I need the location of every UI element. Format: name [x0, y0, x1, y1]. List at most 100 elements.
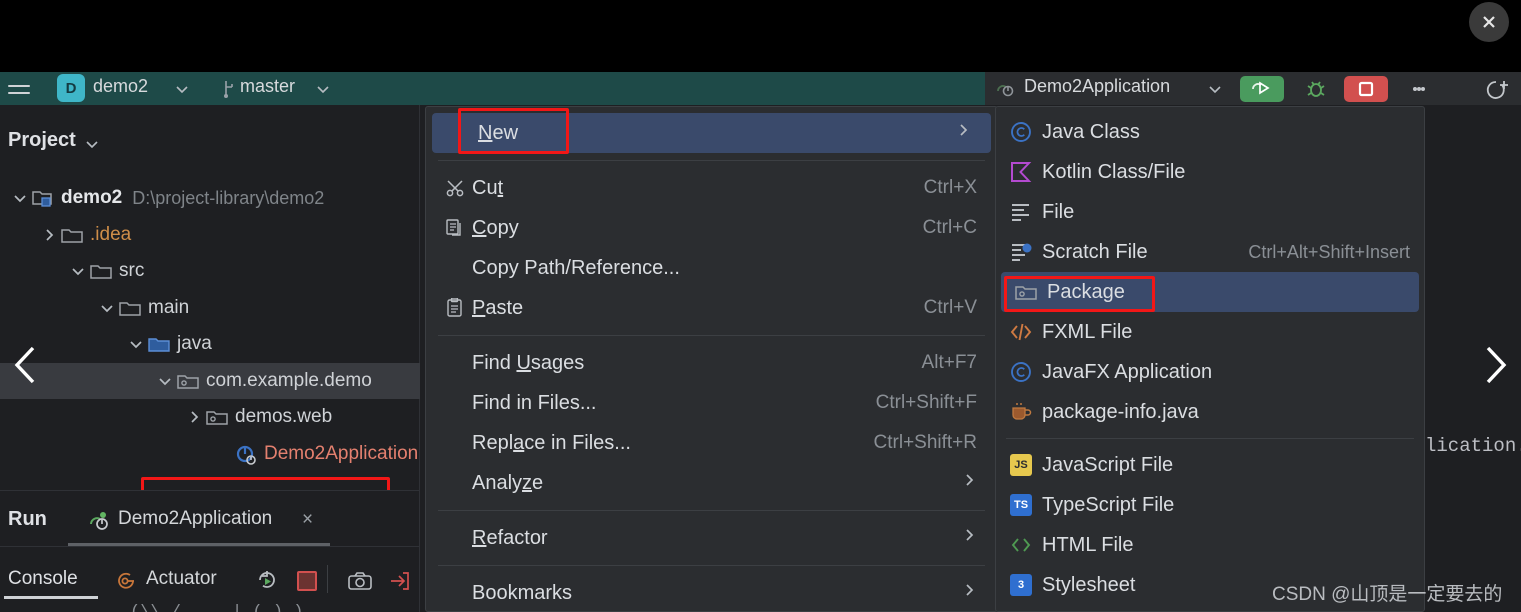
run-tab-label[interactable]: Demo2Application — [118, 508, 272, 530]
rerun-button[interactable] — [256, 570, 278, 590]
menu-item-shortcut: Ctrl+V — [923, 297, 977, 318]
tree-node-demo2application[interactable]: Demo2Application — [0, 436, 420, 473]
chevron-down-icon[interactable] — [1208, 82, 1222, 97]
submenu-item-package[interactable]: Package — [1001, 272, 1419, 312]
project-badge[interactable]: D — [57, 74, 85, 102]
run-configuration-label[interactable]: Demo2Application — [1024, 76, 1170, 97]
editor-code-line: lication. — [1425, 435, 1521, 457]
run-button[interactable] — [1240, 76, 1284, 102]
tree-node--idea[interactable]: .idea — [0, 217, 420, 254]
camera-icon[interactable] — [348, 571, 372, 591]
tree-node-label: Demo2Application — [264, 442, 419, 464]
menu-item-paste[interactable]: Paste Ctrl+V — [426, 288, 997, 328]
tree-node-demos-web[interactable]: demos.web — [0, 399, 420, 436]
project-tree[interactable]: demo2 D:\project-library\demo2 .idea src mai… — [0, 180, 420, 472]
menu-divider — [438, 510, 985, 511]
submenu-item-label: Kotlin Class/File — [1042, 160, 1186, 183]
nav-previous-button[interactable] — [5, 340, 49, 390]
ts-icon: TS — [1010, 494, 1042, 516]
package-icon — [177, 372, 199, 390]
export-icon[interactable] — [388, 570, 410, 592]
menu-item-analyze[interactable]: Analyze — [426, 463, 997, 503]
submenu-item-label: Stylesheet — [1042, 573, 1136, 596]
tree-node-label: com.example.demo — [206, 369, 372, 391]
menu-item-label: Replace in Files... — [472, 431, 631, 454]
tree-node-src[interactable]: src — [0, 253, 420, 290]
update-project-icon[interactable] — [1482, 78, 1512, 106]
menu-item-copy-path-reference[interactable]: Copy Path/Reference... — [426, 248, 997, 288]
menu-item-refactor[interactable]: Refactor — [426, 518, 997, 558]
project-tool-window: Project demo2 D:\project-library\demo2 .id… — [0, 105, 420, 508]
run-panel-separator — [0, 546, 420, 547]
submenu-item-typescript-file[interactable]: TS TypeScript File — [996, 485, 1424, 525]
more-options-icon[interactable] — [1410, 76, 1428, 102]
menu-item-find-usages[interactable]: Find Usages Alt+F7 — [426, 343, 997, 383]
submenu-item-javafx-application[interactable]: JavaFX Application — [996, 352, 1424, 392]
chevron-down-icon[interactable] — [12, 190, 28, 206]
stop-button[interactable] — [297, 571, 317, 591]
chevron-down-icon[interactable] — [128, 336, 144, 352]
menu-item-replace-in-files[interactable]: Replace in Files... Ctrl+Shift+R — [426, 423, 997, 463]
submenu-item-file[interactable]: File — [996, 192, 1424, 232]
submenu-divider — [1006, 438, 1414, 439]
folder-icon — [61, 226, 83, 244]
project-name-label[interactable]: demo2 — [93, 76, 148, 97]
new-submenu[interactable]: Java Class Kotlin Class/File File Scratch F… — [995, 106, 1425, 612]
chevron-down-icon[interactable] — [84, 136, 100, 157]
stop-button[interactable] — [1344, 76, 1388, 102]
submenu-item-fxml-file[interactable]: FXML File — [996, 312, 1424, 352]
chevron-down-icon[interactable] — [316, 82, 330, 97]
menu-item-bookmarks[interactable]: Bookmarks — [426, 573, 997, 612]
chevron-down-icon[interactable] — [175, 82, 189, 97]
menu-item-label: New — [478, 121, 519, 144]
chevron-right-icon[interactable] — [186, 409, 202, 425]
scissors-icon — [446, 179, 472, 198]
file-icon — [1010, 201, 1042, 223]
main-menu-icon[interactable] — [6, 80, 32, 98]
chevron-down-icon[interactable] — [157, 373, 173, 389]
close-icon[interactable] — [1469, 2, 1509, 42]
submenu-item-java-class[interactable]: Java Class — [996, 112, 1424, 152]
close-icon[interactable]: × — [302, 509, 313, 531]
context-menu[interactable]: New Cut Ctrl+X Copy Ctrl+C Copy Path/Referenc… — [425, 106, 998, 612]
chevron-right-icon[interactable] — [41, 227, 57, 243]
chevron-right-icon — [955, 122, 971, 144]
submenu-item-label: TypeScript File — [1042, 493, 1175, 516]
tree-node-label: java — [177, 333, 212, 355]
tree-node-com-example-demo[interactable]: com.example.demo — [0, 362, 420, 399]
tree-node-label: main — [148, 296, 190, 318]
nav-next-button[interactable] — [1472, 340, 1516, 390]
tree-node-demo2[interactable]: demo2 D:\project-library\demo2 — [0, 180, 420, 217]
submenu-item-javascript-file[interactable]: JS JavaScript File — [996, 445, 1424, 485]
submenu-item-label: Scratch File — [1042, 240, 1148, 263]
package-icon — [206, 408, 228, 426]
debug-button[interactable] — [1294, 76, 1338, 102]
tree-node-path: D:\project-library\demo2 — [132, 187, 325, 208]
submenu-item-shortcut: Ctrl+Alt+Shift+Insert — [1248, 241, 1410, 262]
submenu-item-scratch-file[interactable]: Scratch File Ctrl+Alt+Shift+Insert — [996, 232, 1424, 272]
tab-console[interactable]: Console — [8, 568, 78, 590]
menu-item-label: Refactor — [472, 526, 548, 549]
spring-class-icon — [235, 445, 257, 465]
branch-name-label[interactable]: master — [240, 76, 295, 97]
tree-node-main[interactable]: main — [0, 290, 420, 327]
submenu-item-kotlin-class-file[interactable]: Kotlin Class/File — [996, 152, 1424, 192]
submenu-item-package-info-java[interactable]: package-info.java — [996, 392, 1424, 432]
tree-node-java[interactable]: java — [0, 326, 420, 363]
chevron-down-icon[interactable] — [70, 263, 86, 279]
watermark: CSDN @山顶是一定要去的 — [1272, 584, 1503, 605]
fxml-icon — [1010, 321, 1042, 343]
tab-actuator[interactable]: Actuator — [146, 568, 217, 590]
chevron-down-icon[interactable] — [99, 300, 115, 316]
module-folder-icon — [32, 189, 54, 207]
menu-item-cut[interactable]: Cut Ctrl+X — [426, 168, 997, 208]
tree-node-label: demo2 — [61, 187, 123, 209]
submenu-item-label: FXML File — [1042, 320, 1133, 343]
submenu-item-html-file[interactable]: HTML File — [996, 525, 1424, 565]
menu-item-copy[interactable]: Copy Ctrl+C — [426, 208, 997, 248]
menu-item-find-in-files[interactable]: Find in Files... Ctrl+Shift+F — [426, 383, 997, 423]
menu-item-shortcut: Ctrl+Shift+F — [875, 392, 977, 413]
branch-icon — [221, 78, 237, 103]
menu-item-new[interactable]: New — [432, 113, 991, 153]
